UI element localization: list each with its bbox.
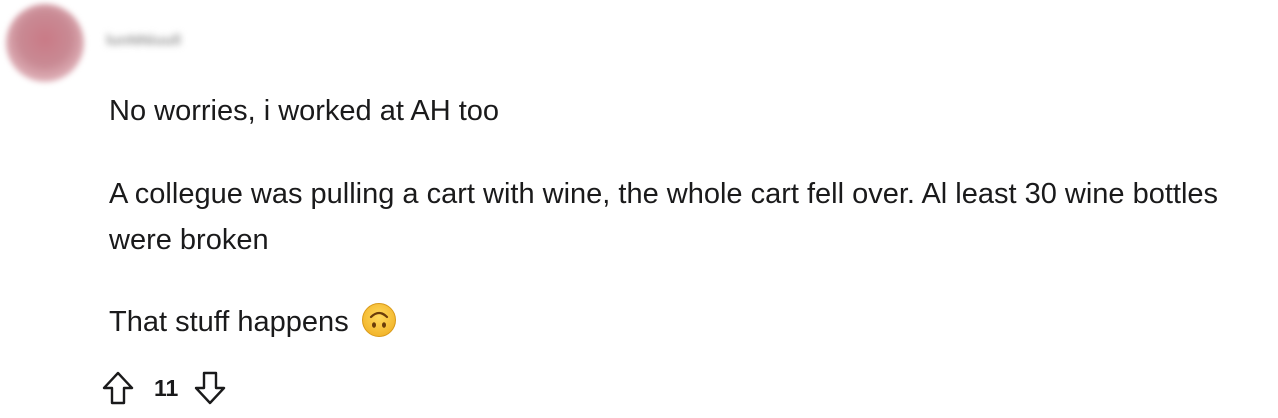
avatar[interactable] — [6, 4, 84, 82]
upvote-button[interactable] — [100, 368, 136, 408]
comment-paragraph: No worries, i worked at AH too — [109, 95, 500, 127]
arrow-up-outline-icon — [102, 371, 134, 405]
comment-paragraph: A collegue was pulling a cart with wine,… — [109, 178, 1219, 256]
comment: lunNNiuull No worries, i worked at AH to… — [0, 0, 1278, 418]
username[interactable]: lunNNiuull — [106, 31, 181, 51]
upside-down-face-emoji — [361, 302, 397, 338]
comment-actions: 11 — [100, 368, 228, 408]
vote-count: 11 — [154, 375, 179, 401]
downvote-button[interactable] — [192, 368, 228, 408]
comment-paragraph: That stuff happens — [109, 299, 397, 345]
comment-paragraph-text: That stuff happens — [109, 306, 349, 338]
arrow-down-outline-icon — [195, 371, 226, 405]
